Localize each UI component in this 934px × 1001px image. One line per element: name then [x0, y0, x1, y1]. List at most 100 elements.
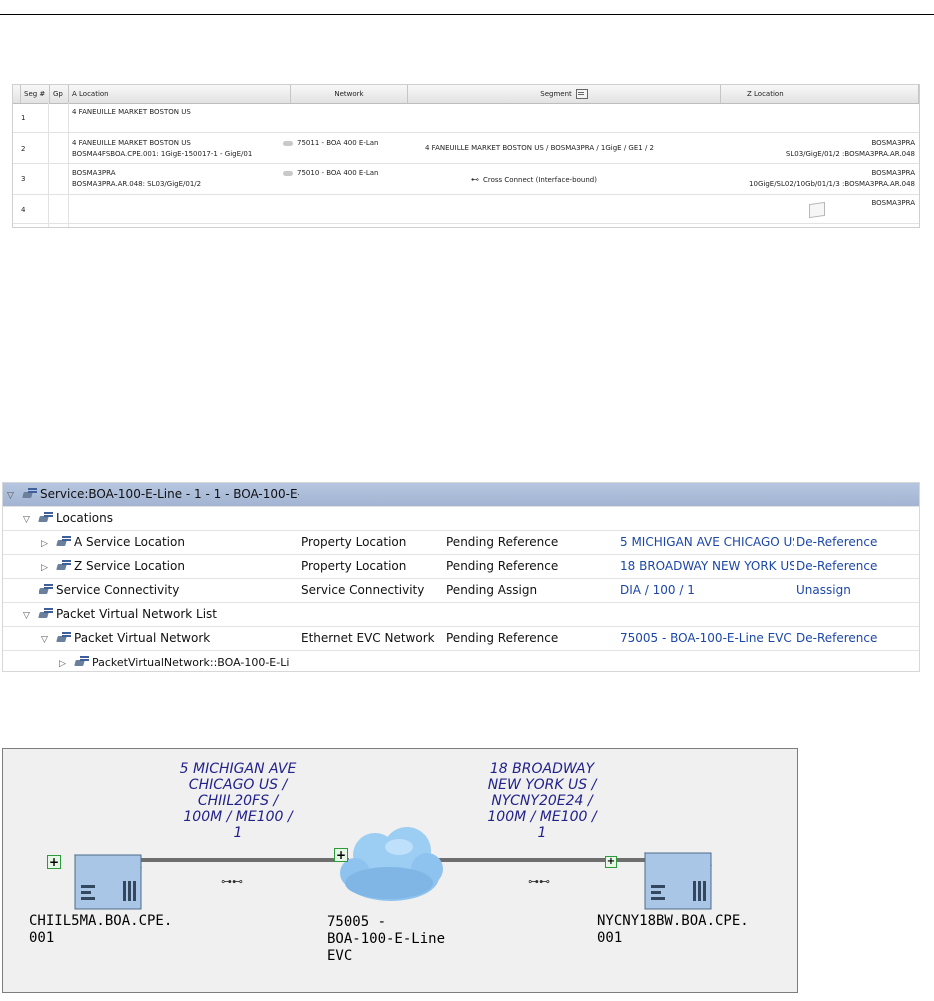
tree-label: Locations — [56, 511, 114, 525]
document-icon[interactable] — [809, 201, 825, 219]
de-reference-link[interactable]: De-Reference — [796, 627, 918, 650]
network-diagram: 5 MICHIGAN AVE CHICAGO US / CHIIL20FS / … — [2, 748, 798, 993]
tree-cell-label: ▷ Z Service Location — [41, 555, 299, 578]
table-row[interactable]: 3 BOSMA3PRA BOSMA3PRA.AR.048: SL03/GigE/… — [13, 164, 919, 195]
value-link[interactable]: 5 MICHIGAN AVE CHICAGO US — [620, 531, 794, 554]
tree-label: Packet Virtual Network — [74, 631, 211, 645]
z-location-line1: BOSMA3PRA — [871, 139, 915, 147]
left-link-label-line: CHICAGO US / — [188, 777, 288, 793]
right-link-label-line: NEW YORK US / — [487, 777, 597, 793]
left-link-label-line: 1 — [233, 825, 243, 841]
network-name: 75010 - BOA 400 E-Lan — [297, 169, 379, 177]
status-cell: Pending Reference — [446, 559, 559, 573]
location-node-icon — [57, 559, 72, 571]
expand-right-device-button[interactable]: + — [605, 856, 617, 868]
value-link[interactable]: 75005 - BOA-100-E-Line EVC — [620, 627, 794, 650]
col-header-segment[interactable]: Segment — [408, 85, 721, 103]
tree-label: A Service Location — [74, 535, 185, 549]
tree-row-packet-virtual-network-list[interactable]: ▽ Packet Virtual Network List — [3, 603, 919, 627]
left-device-label[interactable]: CHIIL5MA.BOA.CPE. 001 — [29, 913, 172, 947]
tree-cell-label: ▽ Packet Virtual Network List — [23, 603, 299, 626]
cloud-icon — [283, 170, 293, 176]
cloud-icon — [283, 140, 293, 146]
folder-node-icon — [39, 607, 54, 619]
unassign-link[interactable]: Unassign — [796, 579, 918, 602]
expand-toggle-icon[interactable]: ▷ — [41, 557, 51, 578]
left-device-label-line: CHIIL5MA.BOA.CPE. — [29, 913, 173, 929]
expand-network-button[interactable]: + — [334, 848, 348, 862]
left-device-icon — [73, 854, 143, 910]
tree-label: Service:BOA-100-E-Line - 1 - 1 - BOA-100… — [40, 487, 299, 501]
network-label[interactable]: 75005 - BOA-100-E-Line EVC — [327, 914, 445, 965]
col-header-seg[interactable]: Seg # — [21, 85, 50, 103]
tree-cell-label: Service Connectivity — [39, 579, 299, 602]
network-node-icon — [57, 631, 72, 643]
status-cell: Pending Reference — [446, 535, 559, 549]
col-header-segment-label: Segment — [540, 90, 572, 98]
right-link-label[interactable]: 18 BROADWAY NEW YORK US / NYCNY20E24 / 1… — [467, 761, 617, 841]
expand-toggle-icon[interactable]: ▷ — [41, 533, 51, 554]
collapse-toggle-icon[interactable]: ▽ — [7, 485, 17, 506]
type-cell: Ethernet EVC Network — [301, 631, 435, 645]
collapse-toggle-icon[interactable]: ▽ — [41, 629, 51, 650]
status-cell: Pending Assign — [446, 583, 538, 597]
tree-cell-label: ▽ Service:BOA-100-E-Line - 1 - 1 - BOA-10… — [7, 483, 299, 506]
de-reference-link[interactable]: De-Reference — [796, 555, 918, 578]
segment-description[interactable]: 4 FANEUILLE MARKET BOSTON US / BOSMA3PRA… — [425, 143, 654, 153]
a-location-line2: BOSMA3PRA.AR.048: SL03/GigE/01/2 — [72, 180, 202, 188]
left-link-label[interactable]: 5 MICHIGAN AVE CHICAGO US / CHIIL20FS / … — [163, 761, 313, 841]
tree-cell-label: ▽ Packet Virtual Network — [41, 627, 299, 650]
right-link-label-line: NYCNY20E24 / — [491, 793, 593, 809]
network-cell[interactable]: 75010 - BOA 400 E-Lan — [283, 168, 378, 178]
right-device-label-line: 001 — [597, 930, 623, 946]
tree-cell-label: ▽ Locations — [23, 507, 299, 530]
tree-row-z-service-location[interactable]: ▷ Z Service Location Property Location Pe… — [3, 555, 919, 579]
col-header-gp[interactable]: Gp — [50, 85, 69, 103]
status-cell: Pending Reference — [446, 631, 559, 645]
tree-row-a-service-location[interactable]: ▷ A Service Location Property Location Pe… — [3, 531, 919, 555]
collapse-toggle-icon[interactable]: ▽ — [23, 605, 33, 626]
tree-cell-label: ▷ PacketVirtualNetwork::BOA-100-E-Li — [59, 651, 299, 674]
tree-label: Packet Virtual Network List — [56, 607, 217, 621]
left-link-connector-icon[interactable]: ⊶⊷ — [221, 875, 243, 888]
tree-row-packet-virtual-network[interactable]: ▽ Packet Virtual Network Ethernet EVC Net… — [3, 627, 919, 651]
a-location-line1: 4 FANEUILLE MARKET BOSTON US — [72, 139, 191, 147]
segment-cell[interactable]: ⊷ Cross Connect (Interface-bound) — [471, 175, 597, 185]
seg-number: 4 — [21, 206, 26, 214]
col-header-z-location[interactable]: Z Location — [721, 85, 919, 103]
header-spacer — [13, 85, 21, 103]
segments-table-header: Seg # Gp A Location Network Segment Z Lo… — [13, 85, 919, 104]
right-link-label-line: 100M / ME100 / — [487, 809, 597, 825]
expand-left-device-button[interactable]: + — [47, 855, 61, 869]
col-header-network[interactable]: Network — [291, 85, 408, 103]
right-device-label[interactable]: NYCNY18BW.BOA.CPE. 001 — [597, 913, 749, 947]
right-device-icon — [643, 852, 713, 910]
service-node-icon — [23, 487, 38, 499]
tree-row-service[interactable]: ▽ Service:BOA-100-E-Line - 1 - 1 - BOA-10… — [3, 483, 919, 507]
tree-row-service-connectivity[interactable]: Service Connectivity Service Connectivit… — [3, 579, 919, 603]
cross-connect-icon: ⊷ — [471, 175, 479, 184]
type-cell: Service Connectivity — [301, 583, 425, 597]
seg-number: 2 — [21, 145, 26, 153]
value-link[interactable]: DIA / 100 / 1 — [620, 579, 794, 602]
right-link-label-line: 18 BROADWAY — [489, 761, 595, 777]
table-row[interactable]: 4 BOSMA3PRA — [13, 195, 919, 224]
seg-number: 3 — [21, 175, 26, 183]
tree-row-packet-virtual-network-child[interactable]: ▷ PacketVirtualNetwork::BOA-100-E-Li — [3, 651, 919, 671]
expand-toggle-icon[interactable]: ▷ — [59, 653, 69, 674]
network-cell[interactable]: 75011 - BOA 400 E-Lan — [283, 138, 378, 148]
de-reference-link[interactable]: De-Reference — [796, 531, 918, 554]
network-label-line: BOA-100-E-Line — [327, 931, 446, 947]
network-label-line: EVC — [327, 948, 353, 964]
a-location-line1: BOSMA3PRA — [72, 169, 116, 177]
collapse-toggle-icon[interactable]: ▽ — [23, 509, 33, 530]
tree-label: Service Connectivity — [56, 583, 180, 597]
col-header-a-location[interactable]: A Location — [69, 85, 291, 103]
notes-icon[interactable] — [575, 89, 588, 99]
table-row[interactable]: 2 4 FANEUILLE MARKET BOSTON US BOSMA4FSB… — [13, 133, 919, 164]
left-link-label-line: 100M / ME100 / — [183, 809, 293, 825]
right-link-connector-icon[interactable]: ⊶⊷ — [528, 875, 550, 888]
value-link[interactable]: 18 BROADWAY NEW YORK US — [620, 555, 794, 578]
tree-row-locations[interactable]: ▽ Locations — [3, 507, 919, 531]
table-row[interactable]: 1 4 FANEUILLE MARKET BOSTON US — [13, 104, 919, 133]
